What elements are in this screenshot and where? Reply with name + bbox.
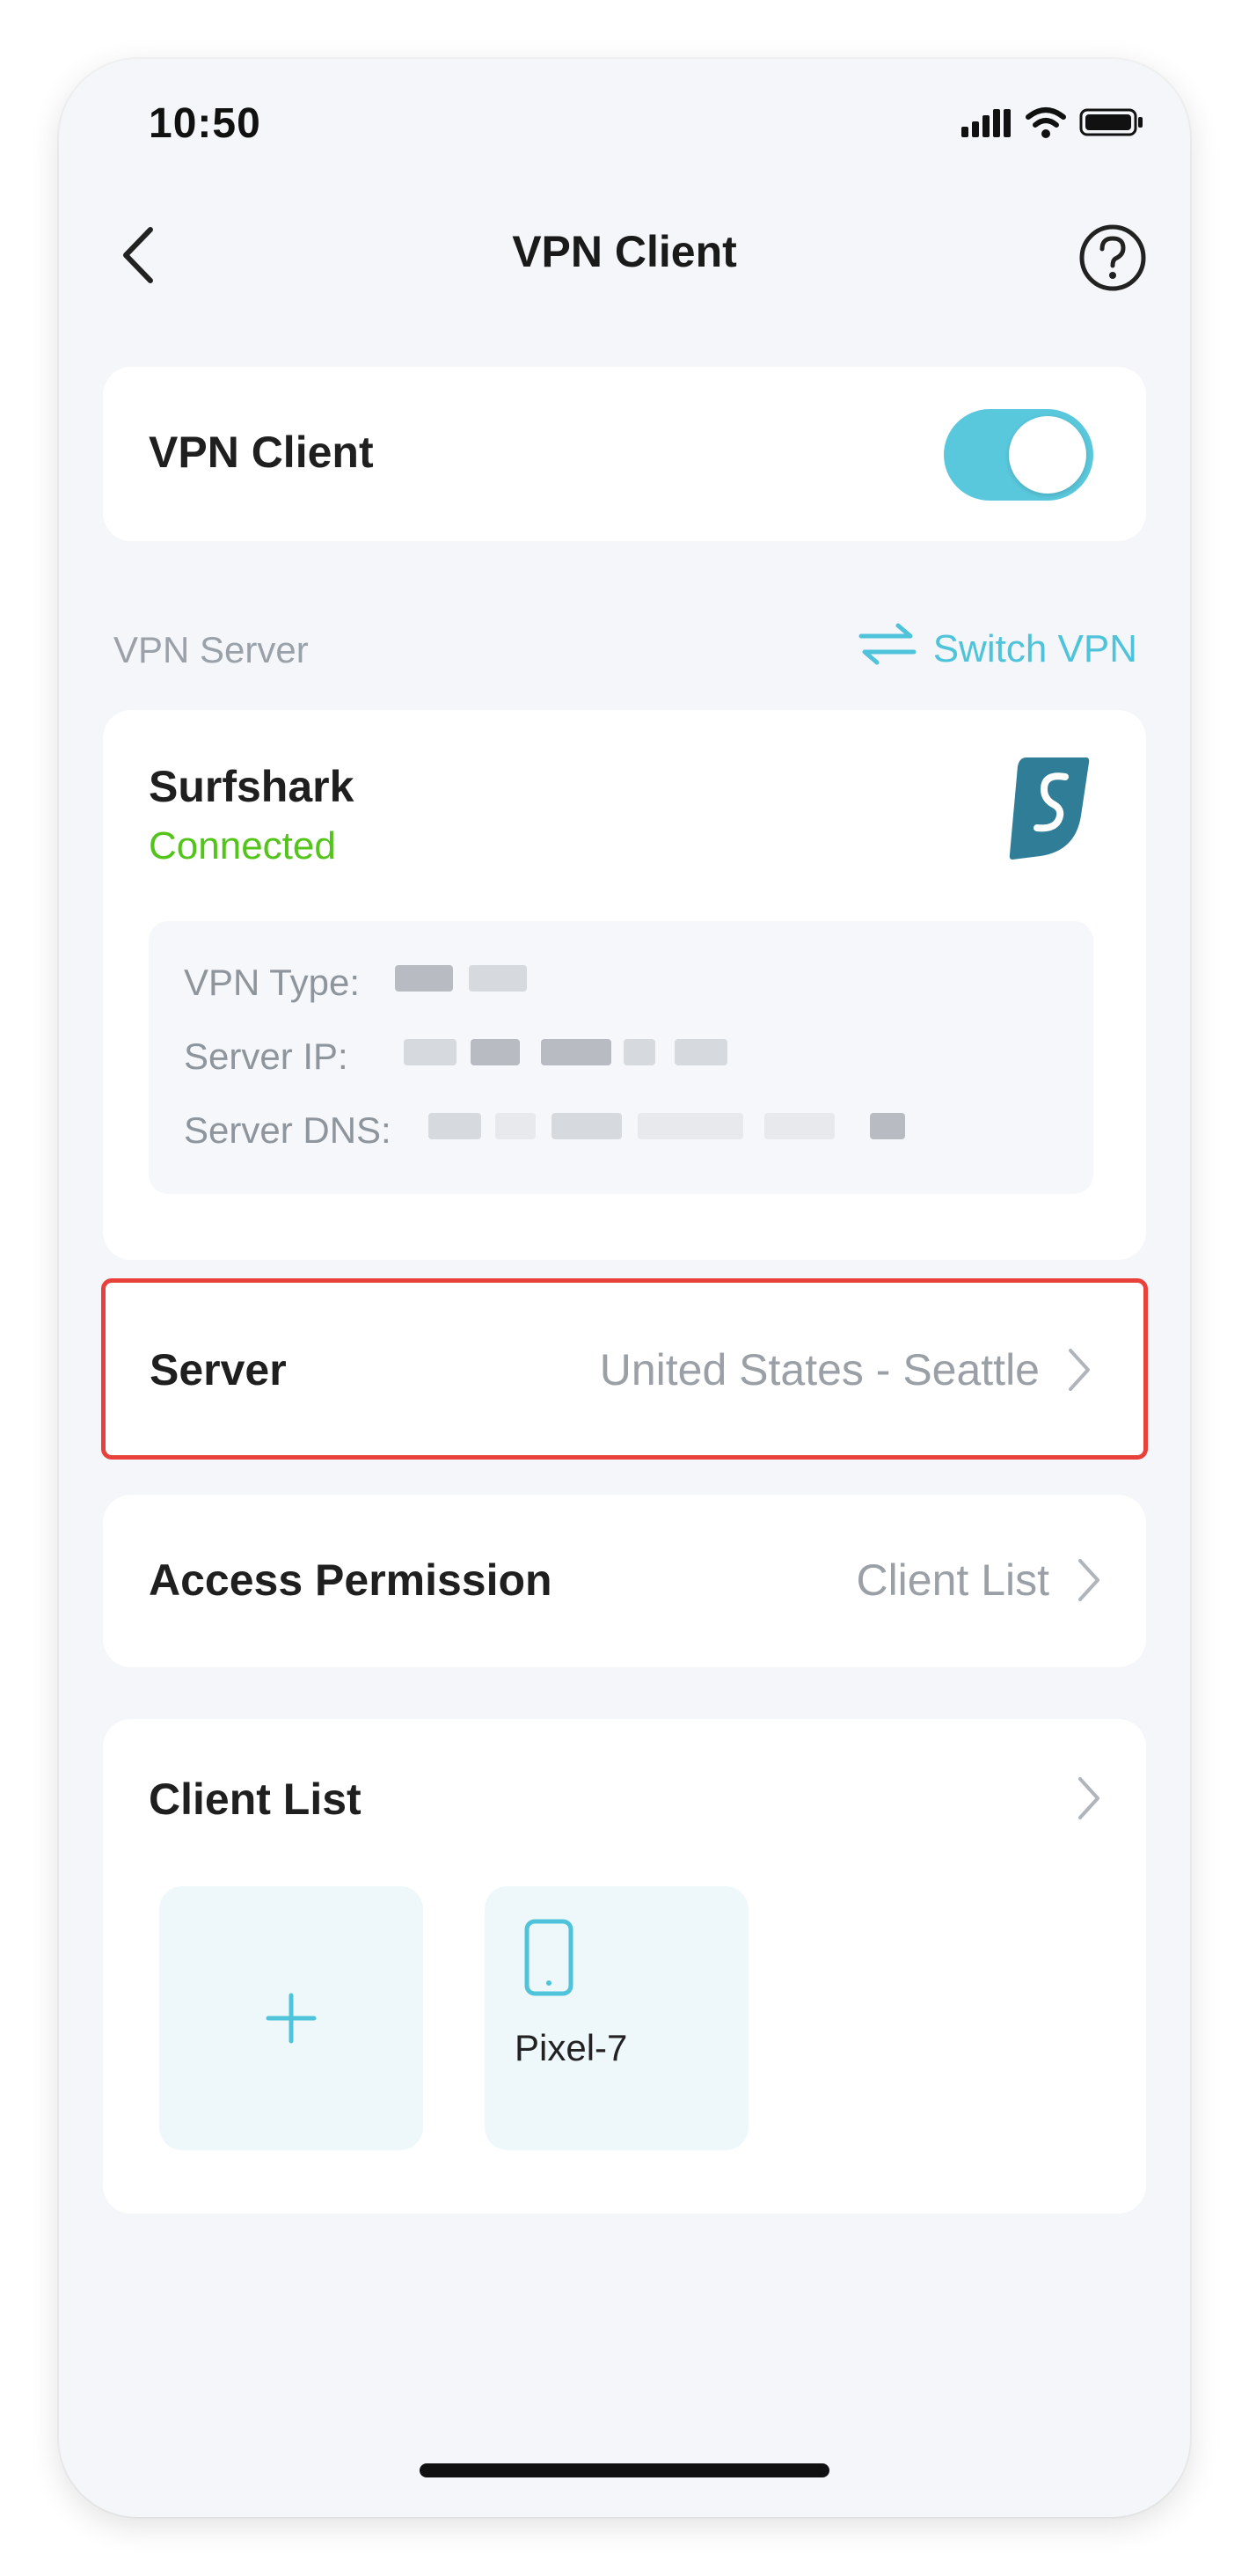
toggle-knob xyxy=(1009,416,1086,494)
vpn-client-toggle[interactable] xyxy=(944,409,1093,501)
swap-arrows-icon xyxy=(858,622,917,676)
server-info-card: Surfshark Connected VPN Type: Server IP:… xyxy=(103,710,1146,1260)
chevron-right-icon xyxy=(1066,1347,1092,1397)
status-time: 10:50 xyxy=(149,100,261,147)
redacted-value xyxy=(395,965,453,992)
help-circle-icon xyxy=(1077,223,1148,297)
provider-name: Surfshark xyxy=(149,762,354,811)
client-list-card: Client List Pixel-7 xyxy=(103,1719,1146,2214)
server-details-box: VPN Type: Server IP: Server DNS: xyxy=(149,921,1093,1194)
server-dns-label: Server DNS: xyxy=(184,1109,391,1151)
redacted-value xyxy=(428,1113,481,1139)
server-ip-label: Server IP: xyxy=(184,1036,348,1077)
add-client-button[interactable] xyxy=(159,1886,423,2150)
chevron-right-icon[interactable] xyxy=(1076,1775,1102,1826)
switch-vpn-button[interactable]: Switch VPN xyxy=(858,622,1137,676)
signal-bars-icon xyxy=(961,107,1012,142)
access-permission-value: Client List xyxy=(856,1555,1049,1605)
chevron-right-icon xyxy=(1076,1557,1102,1607)
plus-icon xyxy=(263,1990,319,2051)
redacted-value xyxy=(551,1113,622,1139)
surfshark-logo-icon xyxy=(1005,754,1093,867)
vpn-client-card: VPN Client xyxy=(103,367,1146,541)
redacted-value xyxy=(638,1113,743,1139)
redacted-value xyxy=(469,965,527,992)
client-name: Pixel-7 xyxy=(515,2027,628,2068)
server-row[interactable]: Server United States - Seattle xyxy=(101,1278,1148,1460)
access-permission-row[interactable]: Access Permission Client List xyxy=(103,1495,1146,1667)
connection-status: Connected xyxy=(149,824,336,867)
page-title: VPN Client xyxy=(512,227,737,276)
battery-icon xyxy=(1079,107,1144,142)
redacted-value xyxy=(495,1113,536,1139)
help-button[interactable] xyxy=(1075,222,1150,297)
switch-vpn-label: Switch VPN xyxy=(932,626,1137,670)
wifi-icon xyxy=(1025,106,1067,143)
phone-icon xyxy=(523,1918,576,2003)
redacted-value xyxy=(675,1039,727,1065)
redacted-value xyxy=(764,1113,835,1139)
redacted-value xyxy=(404,1039,457,1065)
home-indicator xyxy=(420,2463,829,2477)
vpn-client-label: VPN Client xyxy=(149,428,374,477)
phone-screen: 10:50 VPN Client VPN Client VPN Server S… xyxy=(59,59,1190,2517)
server-label: Server xyxy=(150,1345,287,1394)
vpn-server-section-label: VPN Server xyxy=(113,629,309,670)
redacted-value xyxy=(541,1039,611,1065)
status-icons xyxy=(961,106,1144,143)
redacted-value xyxy=(870,1113,905,1139)
vpn-type-label: VPN Type: xyxy=(184,962,360,1003)
server-value: United States - Seattle xyxy=(599,1345,1040,1394)
access-permission-label: Access Permission xyxy=(149,1555,552,1605)
client-tile[interactable]: Pixel-7 xyxy=(485,1886,749,2150)
redacted-value xyxy=(471,1039,520,1065)
client-list-title: Client List xyxy=(149,1775,362,1824)
redacted-value xyxy=(624,1039,655,1065)
